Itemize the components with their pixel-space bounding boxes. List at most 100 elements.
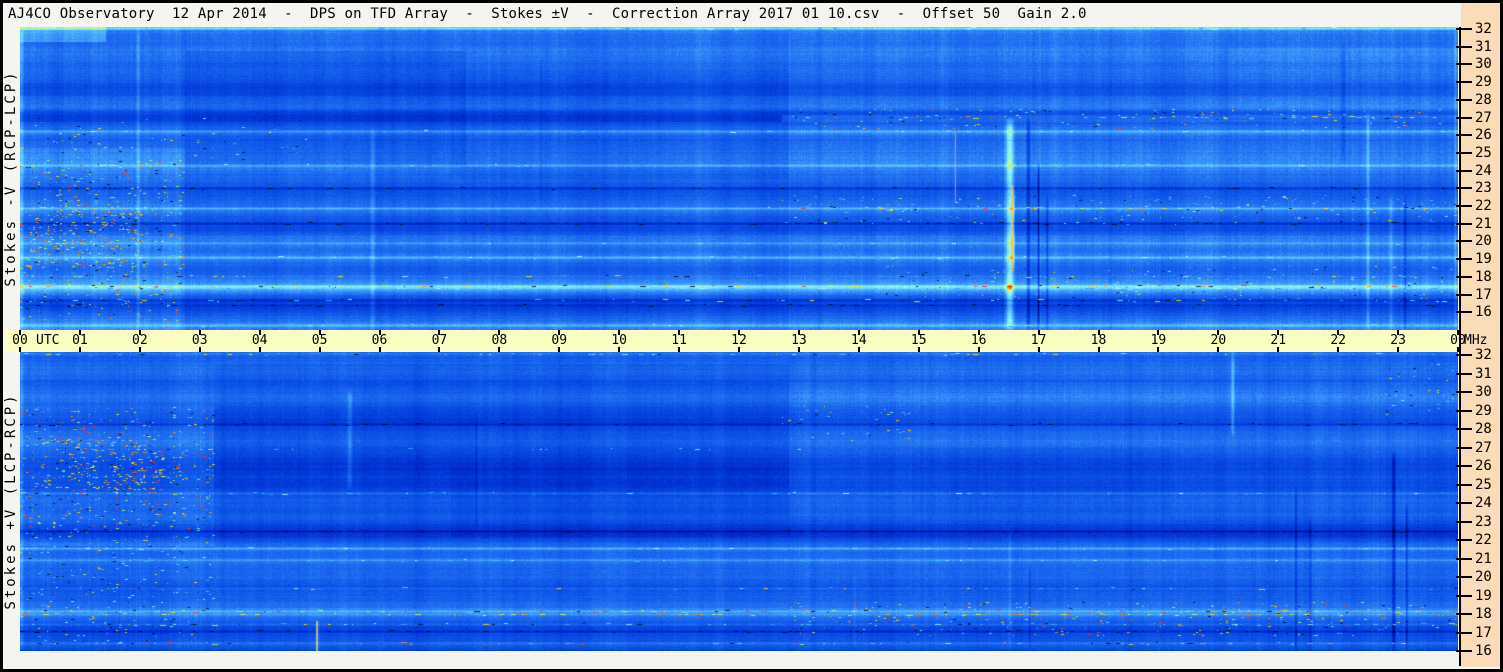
time-tick-label: 09 [551, 333, 568, 348]
freq-tick [1456, 520, 1472, 523]
time-tick-label: 12 [731, 333, 747, 348]
freq-tick [1456, 428, 1472, 430]
freq-tick-label: 23 [1475, 180, 1492, 197]
freq-tick-label: 30 [1475, 56, 1492, 73]
freq-tick [1456, 650, 1472, 652]
freq-tick-label: 19 [1475, 587, 1492, 604]
time-axis: 00 01 02 03 04 05 06 07 08 09 10 11 12 13 14 15 16 17 18 19… [5, 330, 1466, 352]
freq-tick-label: 20 [1475, 233, 1492, 250]
time-tick-label: 01 [72, 333, 88, 348]
freq-tick [1456, 28, 1472, 30]
freq-tick [1456, 465, 1472, 467]
freq-tick-label: 17 [1475, 286, 1492, 303]
freq-tick [1456, 631, 1472, 634]
time-tick-label: 10 [611, 333, 627, 348]
freq-tick [1456, 293, 1472, 296]
freq-tick-label: 24 [1475, 162, 1492, 179]
freq-tick [1456, 613, 1472, 615]
freq-tick-label: 21 [1475, 550, 1492, 567]
time-tick-label: 02 [132, 333, 148, 348]
freq-tick-label: 30 [1475, 384, 1492, 400]
freq-tick-label: 25 [1475, 144, 1492, 161]
time-tick-label: 11 [671, 333, 687, 348]
freq-tick-label: 32 [1475, 21, 1492, 37]
frequency-axis-line [1459, 27, 1461, 666]
freq-tick-label: 24 [1475, 495, 1492, 511]
freq-tick [1456, 446, 1472, 449]
time-tick-label: 23 [1390, 333, 1406, 348]
freq-tick-label: 26 [1475, 127, 1492, 144]
freq-tick [1456, 409, 1472, 412]
freq-tick [1456, 81, 1472, 84]
time-tick-label: 13 [791, 333, 807, 348]
time-tick-label: 21 [1270, 333, 1287, 348]
freq-tick-label: 18 [1475, 606, 1492, 622]
freq-tick-label: 27 [1475, 439, 1492, 456]
freq-tick-label: 26 [1475, 458, 1492, 474]
freq-tick [1456, 502, 1472, 504]
freq-tick-label: 28 [1475, 91, 1492, 108]
freq-tick-label: 19 [1475, 251, 1492, 268]
time-tick-label: 20 [1210, 333, 1227, 348]
time-tick-label: 00 [12, 333, 28, 348]
freq-tick [1456, 275, 1472, 278]
panel-label-stokes-minus-v: Stokes -V (RCP-LCP) [3, 69, 19, 287]
freq-tick [1456, 391, 1472, 393]
time-tick-label: 07 [431, 333, 448, 348]
time-tick-label: 18 [1090, 333, 1107, 348]
freq-tick [1456, 576, 1472, 578]
freq-tick-label: 31 [1475, 38, 1492, 55]
freq-tick [1456, 240, 1472, 243]
freq-tick [1456, 98, 1472, 101]
time-tick-label: 08 [491, 333, 508, 348]
spectrogram-stokes-plus-v [20, 352, 1458, 651]
freq-tick-label: 20 [1475, 569, 1492, 585]
time-tick-label: 14 [851, 333, 867, 348]
page-title: AJ4CO Observatory 12 Apr 2014 - DPS on T… [8, 6, 1087, 22]
freq-tick [1456, 187, 1472, 190]
dps-window: AJ4CO Observatory 12 Apr 2014 - DPS on T… [0, 0, 1503, 672]
time-tick-label: 22 [1330, 333, 1346, 348]
freq-tick-label: 29 [1475, 74, 1492, 91]
time-tick-label: 06 [371, 333, 388, 348]
time-tick-label: 03 [191, 333, 208, 348]
freq-tick-label: 16 [1475, 643, 1492, 659]
freq-tick [1456, 354, 1472, 356]
freq-tick-label: 29 [1475, 402, 1492, 419]
spectrogram-stokes-minus-v [20, 27, 1458, 330]
freq-tick-label: 32 [1475, 347, 1492, 363]
freq-tick [1456, 116, 1472, 119]
freq-tick [1456, 372, 1472, 375]
freq-tick [1456, 311, 1472, 314]
freq-tick [1456, 539, 1472, 541]
freq-tick-label: 22 [1475, 198, 1492, 214]
freq-tick [1456, 45, 1472, 48]
freq-tick-label: 22 [1475, 532, 1492, 548]
time-tick-label: 05 [311, 333, 328, 348]
time-tick-label: 15 [910, 333, 927, 348]
freq-tick [1456, 134, 1472, 137]
freq-tick [1456, 63, 1472, 66]
freq-tick [1456, 151, 1472, 154]
panel-label-stokes-plus-v: Stokes +V (LCP-RCP) [3, 392, 19, 610]
freq-tick-label: 23 [1475, 513, 1492, 530]
freq-tick [1456, 205, 1472, 207]
freq-tick-label: 21 [1475, 215, 1492, 232]
time-tick-label: 19 [1150, 333, 1167, 348]
freq-tick [1456, 483, 1472, 486]
time-axis-unit-label: UTC [36, 333, 60, 348]
freq-tick [1456, 557, 1472, 560]
freq-tick [1456, 594, 1472, 597]
time-tick-label: 17 [1030, 333, 1047, 348]
freq-tick-label: 18 [1475, 268, 1492, 285]
time-tick-label: 16 [970, 333, 987, 348]
freq-tick-label: 25 [1475, 476, 1492, 493]
freq-tick [1456, 258, 1472, 261]
freq-tick-label: 31 [1475, 365, 1492, 382]
freq-tick-label: 17 [1475, 624, 1492, 641]
freq-tick [1456, 222, 1472, 225]
freq-tick-label: 27 [1475, 109, 1492, 126]
time-tick-label: 04 [251, 333, 268, 348]
freq-tick [1456, 169, 1472, 172]
freq-tick-label: 16 [1475, 304, 1492, 321]
